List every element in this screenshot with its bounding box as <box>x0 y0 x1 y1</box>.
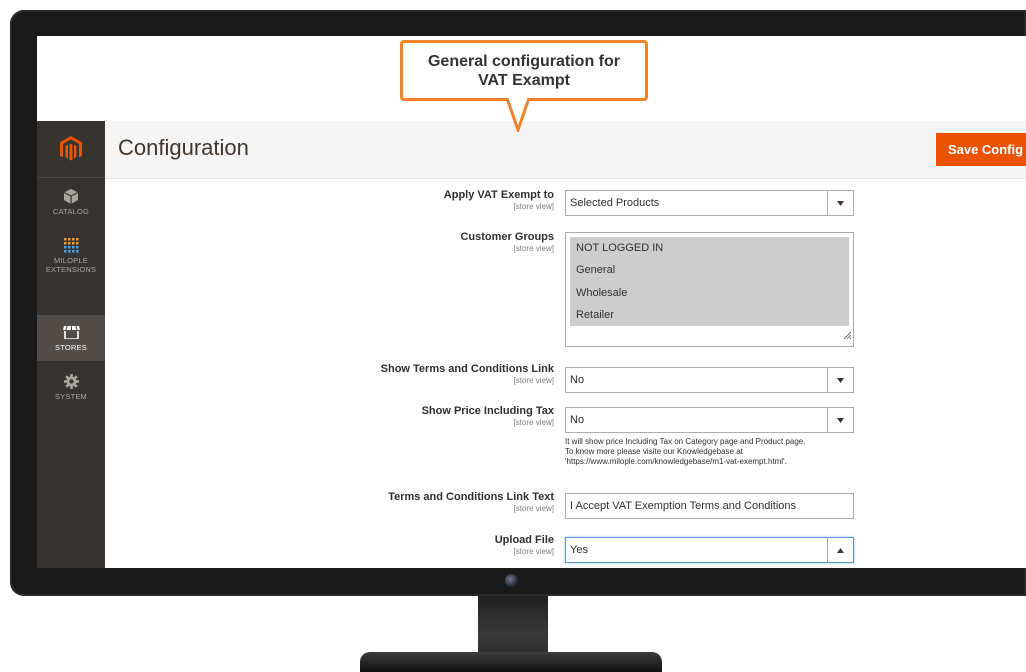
sidebar-item-label: CATALOG <box>52 207 90 216</box>
field-label: Show Terms and Conditions Link [store vi… <box>105 363 554 385</box>
field-label: Show Price Including Tax [store view] <box>105 405 554 427</box>
terms-text-input[interactable]: I Accept VAT Exemption Terms and Conditi… <box>565 493 854 519</box>
note-line: It will show price Including Tax on Cate… <box>565 437 806 446</box>
multiselect-option[interactable]: General <box>570 259 849 281</box>
screen: CATALOG MILOPLE EXTENSIONS STORES SYSTEM… <box>37 36 1026 568</box>
cube-icon <box>64 188 78 204</box>
field-label: Upload File [store view] <box>105 534 554 556</box>
show-price-tax-select[interactable]: No <box>565 407 854 433</box>
apply-vat-select[interactable]: Selected Products <box>565 190 854 216</box>
label-customer-groups: Customer Groups <box>460 231 554 243</box>
sidebar-item-milople-extensions[interactable]: MILOPLE EXTENSIONS <box>37 228 105 282</box>
scope-label: [store view] <box>513 244 554 253</box>
note-line: To know more please visite our Knowledge… <box>565 447 743 456</box>
multiselect-option[interactable]: Retailer <box>570 304 849 326</box>
scope-label: [store view] <box>513 418 554 427</box>
admin-sidebar: CATALOG MILOPLE EXTENSIONS STORES SYSTEM <box>37 121 105 568</box>
label-show-terms: Show Terms and Conditions Link <box>380 363 554 375</box>
multiselect-options: NOT LOGGED IN General Wholesale Retailer <box>570 237 849 326</box>
sidebar-item-label: MILOPLE EXTENSIONS <box>45 255 97 274</box>
monitor-stand-base <box>360 652 662 672</box>
sidebar-item-stores[interactable]: STORES <box>37 315 105 361</box>
sidebar-item-label: STORES <box>55 343 87 352</box>
scope-label: [store view] <box>513 202 554 211</box>
label-terms-text: Terms and Conditions Link Text <box>388 491 554 503</box>
magento-logo-icon[interactable] <box>37 121 105 178</box>
select-value: No <box>570 374 585 386</box>
field-note: It will show price Including Tax on Cate… <box>565 437 885 467</box>
chevron-down-icon[interactable] <box>827 368 853 392</box>
sidebar-item-label: SYSTEM <box>54 392 88 401</box>
scope-label: [store view] <box>513 376 554 385</box>
annotation-callout: General configuration for VAT Exampt <box>400 40 648 101</box>
configuration-form: Apply VAT Exempt to [store view] Selecte… <box>105 179 1026 568</box>
store-icon <box>62 324 80 340</box>
page-header: Configuration Save Config <box>105 121 1026 179</box>
note-line: 'https://www.milople.com/knowledgebase/m… <box>565 457 787 466</box>
callout-text-line: General configuration for <box>427 53 620 70</box>
label-show-price-tax: Show Price Including Tax <box>421 405 554 417</box>
select-value: No <box>570 414 585 426</box>
multiselect-option[interactable]: NOT LOGGED IN <box>570 237 849 259</box>
field-label: Customer Groups [store view] <box>105 231 554 253</box>
sidebar-item-system[interactable]: SYSTEM <box>37 364 105 410</box>
save-config-button[interactable]: Save Config <box>936 133 1026 166</box>
select-value: Yes <box>570 544 588 556</box>
resize-grip-icon[interactable] <box>843 326 852 344</box>
field-label: Terms and Conditions Link Text [store vi… <box>105 491 554 513</box>
field-label: Apply VAT Exempt to [store view] <box>105 189 554 211</box>
monitor-stand-neck <box>478 596 548 660</box>
chevron-down-icon[interactable] <box>827 408 853 432</box>
page-title: Configuration <box>118 135 249 160</box>
grid-dots-icon <box>63 237 79 253</box>
webcam-icon <box>505 574 518 587</box>
customer-groups-multiselect[interactable]: NOT LOGGED IN General Wholesale Retailer <box>565 232 854 347</box>
select-value: Selected Products <box>570 197 660 209</box>
input-value: I Accept VAT Exemption Terms and Conditi… <box>570 500 797 512</box>
scope-label: [store view] <box>513 504 554 513</box>
callout-text-line: VAT Exampt <box>478 72 570 89</box>
sidebar-item-catalog[interactable]: CATALOG <box>37 179 105 225</box>
multiselect-option[interactable]: Wholesale <box>570 282 849 304</box>
callout-pointer <box>506 98 530 132</box>
label-apply-vat: Apply VAT Exempt to <box>443 189 554 201</box>
label-upload-file: Upload File <box>494 534 554 546</box>
chevron-up-icon[interactable] <box>827 538 853 562</box>
show-terms-select[interactable]: No <box>565 367 854 393</box>
chevron-down-icon[interactable] <box>827 191 853 215</box>
gear-icon <box>63 373 79 389</box>
scope-label: [store view] <box>513 547 554 556</box>
upload-file-select[interactable]: Yes <box>565 537 854 563</box>
